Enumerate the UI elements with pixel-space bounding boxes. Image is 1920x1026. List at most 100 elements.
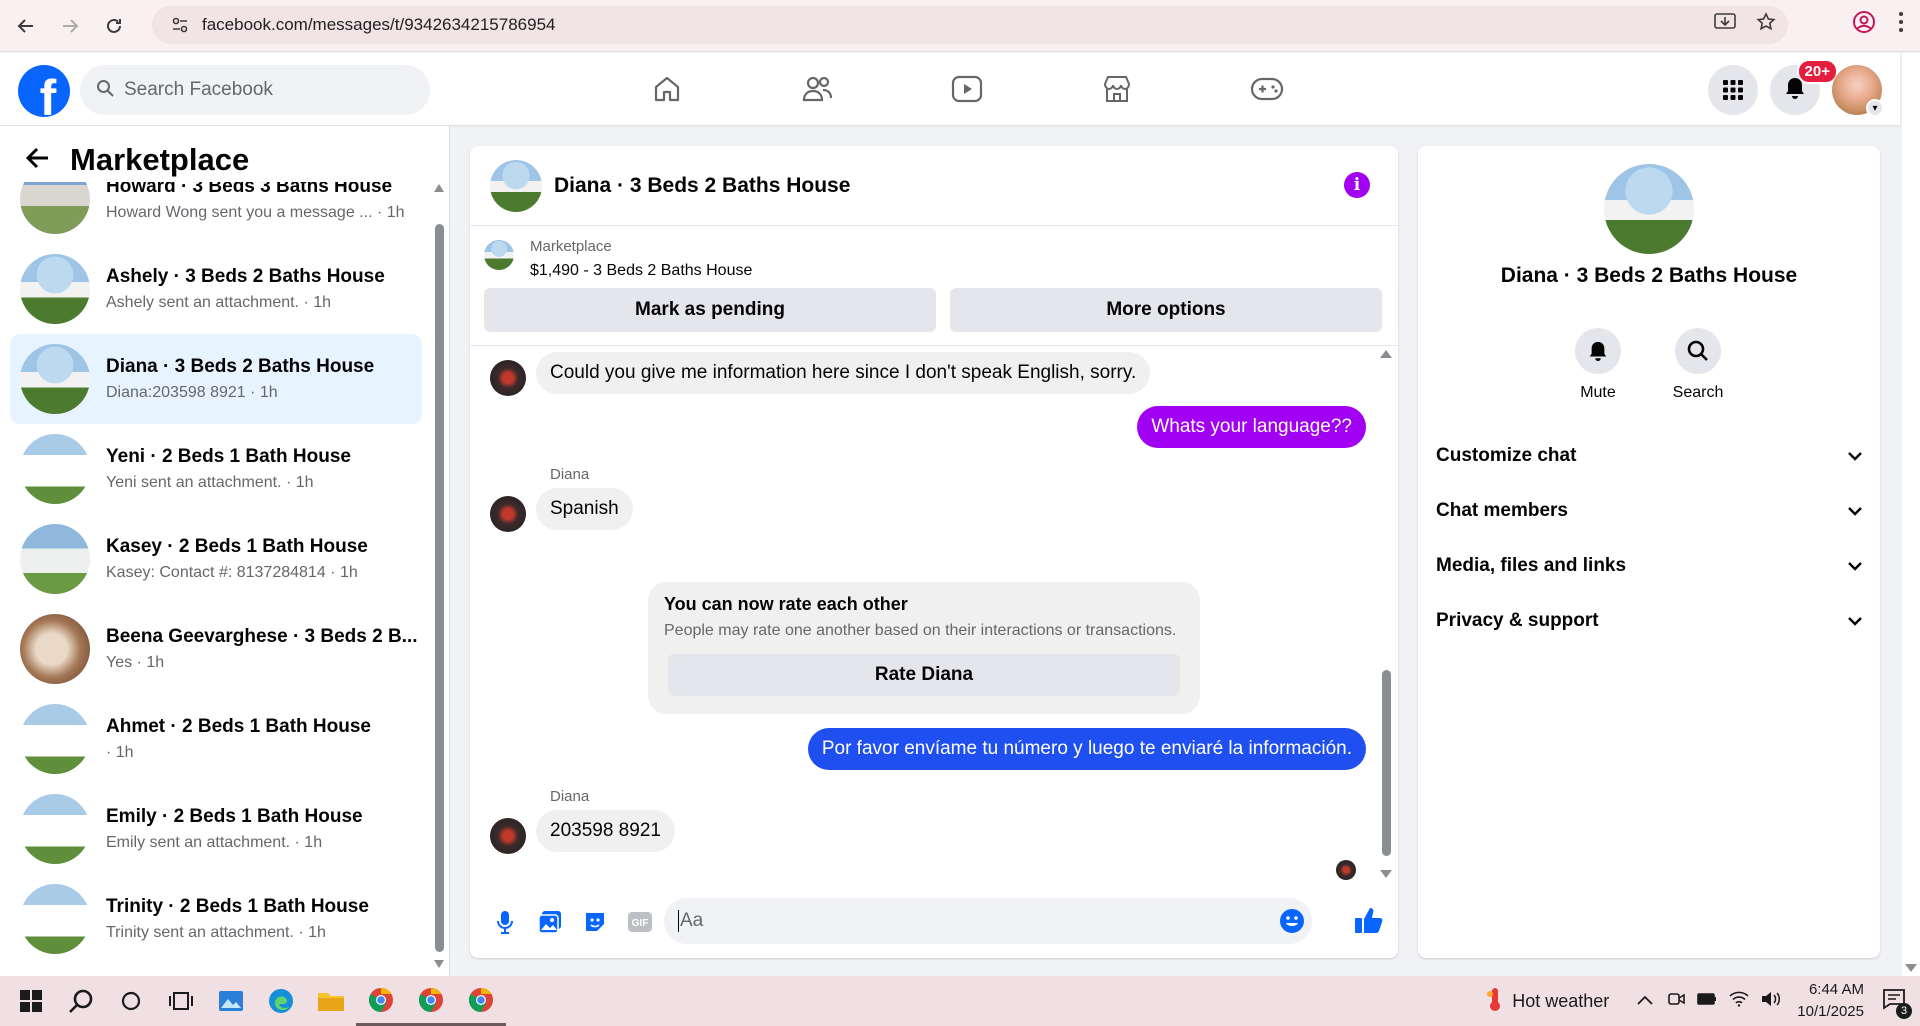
bookmark-star-icon[interactable]: [1756, 12, 1776, 37]
chevron-up-icon[interactable]: [1637, 992, 1653, 1010]
conversation-item[interactable]: Kasey · 2 Beds 1 Bath House Kasey: Contac…: [10, 514, 422, 604]
chat-title[interactable]: Diana · 3 Beds 2 Baths House: [554, 174, 850, 198]
info-icon[interactable]: i: [1344, 172, 1370, 198]
scroll-up-icon[interactable]: [434, 184, 444, 192]
system-clock[interactable]: 6:44 AM 10/1/2025: [1797, 979, 1864, 1023]
rate-card-subtitle: People may rate one another based on the…: [664, 622, 1177, 639]
conversation-item[interactable]: Ahmet · 2 Beds 1 Bath House · 1h: [10, 694, 422, 784]
forward-icon[interactable]: [52, 8, 88, 44]
chat-members-section[interactable]: Chat members: [1436, 483, 1862, 538]
chrome-menu-icon[interactable]: [1898, 11, 1904, 38]
friends-icon[interactable]: [742, 53, 892, 125]
scroll-down-icon[interactable]: [434, 960, 444, 968]
search-label: Search: [1672, 384, 1724, 401]
microphone-icon[interactable]: [482, 910, 527, 934]
scrollbar-thumb[interactable]: [435, 224, 444, 952]
facebook-header: f Search Facebook 20+ ▾: [0, 53, 1900, 125]
message-incoming[interactable]: Could you give me information here since…: [536, 352, 1151, 394]
mark-as-pending-button[interactable]: Mark as pending: [484, 288, 936, 332]
wifi-icon[interactable]: [1729, 991, 1749, 1012]
message-outgoing[interactable]: Por favor envíame tu número y luego te e…: [807, 728, 1366, 770]
scroll-down-icon[interactable]: [1905, 964, 1917, 972]
chrome-profile-icon[interactable]: [1852, 10, 1876, 39]
media-files-links-section[interactable]: Media, files and links: [1436, 538, 1862, 593]
install-app-icon[interactable]: [1714, 12, 1736, 37]
task-view-icon[interactable]: [156, 976, 206, 1026]
sender-avatar[interactable]: [490, 360, 526, 396]
chevron-down-icon[interactable]: ▾: [1866, 99, 1884, 117]
address-bar[interactable]: facebook.com/messages/t/9342634215786954: [152, 6, 1788, 44]
action-center-icon[interactable]: 3: [1882, 988, 1912, 1019]
reload-icon[interactable]: [96, 8, 132, 44]
conversation-item[interactable]: Trinity · 2 Beds 1 Bath House Trinity sen…: [10, 874, 422, 964]
thermometer-icon[interactable]: [1486, 986, 1504, 1017]
cortana-icon[interactable]: [106, 976, 156, 1026]
conversation-preview: Diana:203598 8921 · 1h: [106, 384, 278, 401]
bell-icon[interactable]: [1575, 328, 1621, 374]
url-text[interactable]: facebook.com/messages/t/9342634215786954: [202, 15, 555, 35]
gaming-icon[interactable]: [1192, 53, 1342, 125]
chrome-window-2-icon[interactable]: [406, 976, 456, 1026]
section-label: Customize chat: [1436, 444, 1577, 466]
mute-button[interactable]: Mute: [1568, 328, 1628, 402]
emoji-icon[interactable]: [1272, 901, 1312, 941]
photo-icon[interactable]: [527, 910, 572, 934]
back-icon[interactable]: [8, 8, 44, 44]
back-arrow-icon[interactable]: [25, 147, 50, 174]
account-avatar[interactable]: ▾: [1832, 65, 1884, 117]
listing-avatar[interactable]: [1604, 164, 1694, 254]
scroll-down-icon[interactable]: [1380, 870, 1392, 878]
chat-avatar[interactable]: [490, 159, 542, 212]
more-options-button[interactable]: More options: [950, 288, 1382, 332]
search-bar[interactable]: Search Facebook: [80, 65, 430, 115]
video-icon[interactable]: [892, 53, 1042, 125]
scrollbar-thumb[interactable]: [1382, 670, 1391, 856]
site-info-icon[interactable]: [162, 16, 198, 34]
facebook-logo-icon[interactable]: f: [18, 65, 70, 117]
taskbar-search-icon[interactable]: [56, 976, 106, 1026]
sticker-icon[interactable]: [572, 910, 617, 934]
privacy-support-section[interactable]: Privacy & support: [1436, 593, 1862, 648]
conversation-scrollbar[interactable]: [434, 184, 444, 968]
windows-start-icon[interactable]: [6, 976, 56, 1026]
file-explorer-icon[interactable]: [306, 976, 356, 1026]
message-outgoing[interactable]: Whats your language??: [1137, 406, 1366, 448]
volume-icon[interactable]: [1761, 991, 1781, 1012]
sender-avatar[interactable]: [490, 818, 526, 854]
notifications-button[interactable]: 20+: [1770, 59, 1838, 115]
chrome-window-3-icon[interactable]: [456, 976, 506, 1026]
edge-browser-icon[interactable]: [256, 976, 306, 1026]
gif-icon[interactable]: GIF: [617, 911, 662, 933]
panel-header: Marketplace: [25, 142, 249, 178]
scroll-up-icon[interactable]: [1380, 350, 1392, 358]
thumbs-up-icon[interactable]: [1354, 906, 1384, 939]
search-input[interactable]: Search Facebook: [124, 79, 273, 101]
home-icon[interactable]: [592, 53, 742, 125]
apps-menu-icon[interactable]: [1708, 65, 1758, 115]
weather-text[interactable]: Hot weather: [1512, 991, 1609, 1012]
conversation-item[interactable]: Howard · 3 Beds 3 Baths House Howard Wong…: [10, 182, 422, 244]
sender-avatar[interactable]: [490, 496, 526, 532]
marketplace-icon[interactable]: [1042, 53, 1192, 125]
message-incoming[interactable]: Spanish: [536, 488, 633, 530]
customize-chat-section[interactable]: Customize chat: [1436, 428, 1862, 483]
photos-app-icon[interactable]: [206, 976, 256, 1026]
page-scrollbar[interactable]: [1902, 53, 1920, 976]
message-input[interactable]: Aa: [664, 898, 1312, 944]
conversation-item[interactable]: Yeni · 2 Beds 1 Bath House Yeni sent an a…: [10, 424, 422, 514]
conversation-item[interactable]: Beena Geevarghese · 3 Beds 2 B... Yes · 1…: [10, 604, 422, 694]
battery-icon[interactable]: [1697, 992, 1717, 1011]
search-in-chat-button[interactable]: Search: [1668, 328, 1728, 402]
listing-price[interactable]: $1,490 - 3 Beds 2 Baths House: [530, 262, 752, 280]
conversation-item-active[interactable]: Diana · 3 Beds 2 Baths House Diana:203598…: [10, 334, 422, 424]
listing-thumbnail[interactable]: [484, 240, 514, 270]
rate-diana-button[interactable]: Rate Diana: [668, 654, 1180, 696]
sender-name: Diana: [550, 466, 590, 483]
chrome-window-1-icon[interactable]: [356, 976, 406, 1026]
message-incoming[interactable]: 203598 8921: [536, 810, 675, 852]
meet-now-icon[interactable]: [1667, 990, 1686, 1013]
conversation-item[interactable]: Emily · 2 Beds 1 Bath House Emily sent an…: [10, 784, 422, 874]
search-icon[interactable]: [1675, 328, 1721, 374]
chat-scrollbar[interactable]: [1380, 350, 1392, 878]
conversation-item[interactable]: Ashely · 3 Beds 2 Baths House Ashely sent…: [10, 244, 422, 334]
